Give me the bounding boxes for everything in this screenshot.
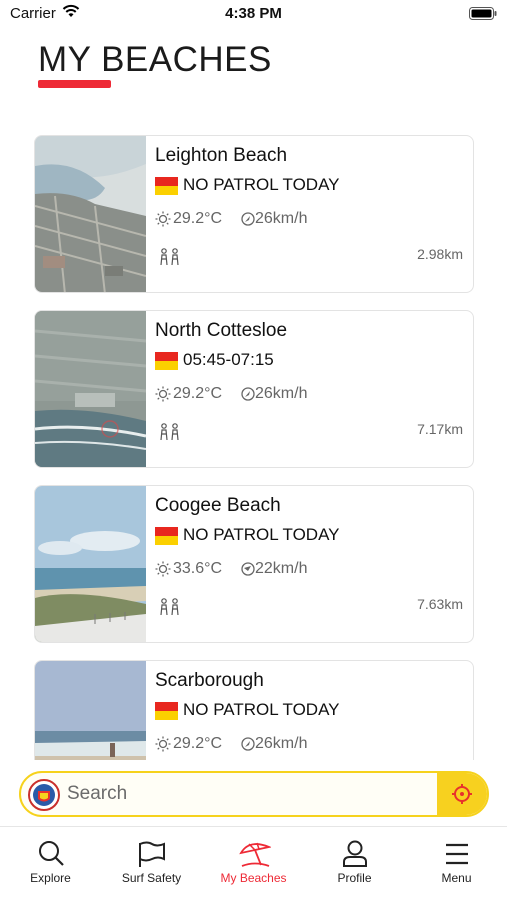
beach-name: North Cottesloe	[155, 320, 288, 341]
beach-card[interactable]: Coogee Beach NO PATROL TODAY 33.6°C 22km…	[34, 485, 474, 643]
tab-label: Menu	[441, 871, 472, 885]
tab-label: Surf Safety	[121, 871, 182, 885]
patrol-flag-icon	[155, 177, 178, 195]
tab-label: My Beaches	[220, 871, 287, 885]
tab-menu[interactable]: Menu	[406, 827, 507, 900]
page-title: MY BEACHES	[38, 40, 272, 79]
menu-icon	[446, 843, 468, 865]
beach-photo	[35, 136, 146, 292]
beach-card[interactable]: Leighton Beach NO PATROL TODAY 29.2°C 26…	[34, 135, 474, 293]
surf-life-saving-logo	[28, 779, 60, 811]
search-input[interactable]	[65, 773, 435, 815]
beach-photo	[35, 661, 146, 760]
search-icon	[39, 841, 64, 866]
wind-speed: 22km/h	[255, 560, 308, 577]
patrol-status: NO PATROL TODAY	[183, 700, 340, 719]
wind-direction-icon	[241, 387, 255, 401]
beach-card[interactable]: Scarborough NO PATROL TODAY 29.2°C 26km/…	[34, 660, 474, 760]
patrol-flag-icon	[155, 352, 178, 370]
beach-name: Scarborough	[155, 670, 264, 691]
clock-time: 4:38 PM	[225, 5, 282, 22]
distance: 7.63km	[417, 596, 463, 612]
wind-speed: 26km/h	[255, 385, 308, 402]
tab-bar: Explore Surf Safety My Beaches Profile M…	[0, 826, 507, 900]
sun-icon	[155, 561, 171, 577]
battery-icon	[469, 7, 497, 20]
wind-direction-icon	[241, 212, 255, 226]
beach-name: Leighton Beach	[155, 145, 288, 166]
lifeguards-icon	[160, 423, 179, 441]
temperature: 29.2°C	[173, 385, 223, 402]
beach-name: Coogee Beach	[155, 495, 281, 516]
sun-icon	[155, 736, 171, 752]
beach-card[interactable]: North Cottesloe 05:45-07:15 29.2°C 26km/…	[34, 310, 474, 468]
tab-label: Profile	[337, 871, 372, 885]
patrol-status: NO PATROL TODAY	[183, 175, 340, 194]
beach-list[interactable]: Leighton Beach NO PATROL TODAY 29.2°C 26…	[34, 135, 474, 760]
status-bar: Carrier 4:38 PM	[0, 0, 507, 28]
patrol-flag-icon	[155, 527, 178, 545]
wind-direction-icon	[241, 562, 255, 576]
beach-photo	[35, 311, 146, 467]
flag-icon	[139, 841, 165, 867]
search-bar	[19, 771, 489, 817]
tab-label: Explore	[30, 871, 71, 885]
sun-icon	[155, 211, 171, 227]
temperature: 29.2°C	[173, 210, 223, 227]
temperature: 33.6°C	[173, 560, 223, 577]
patrol-flag-icon	[155, 702, 178, 720]
wind-speed: 26km/h	[255, 210, 308, 227]
lifeguards-icon	[160, 248, 179, 266]
wind-direction-icon	[241, 737, 255, 751]
beach-photo	[35, 486, 146, 642]
patrol-status: 05:45-07:15	[183, 350, 274, 369]
person-icon	[343, 840, 367, 867]
wind-speed: 26km/h	[255, 735, 308, 752]
crosshair-icon	[452, 784, 472, 804]
temperature: 29.2°C	[173, 735, 223, 752]
tab-profile[interactable]: Profile	[304, 827, 405, 900]
distance: 7.17km	[417, 421, 463, 437]
title-underline	[38, 80, 111, 88]
lifeguards-icon	[160, 598, 179, 616]
locate-button[interactable]	[437, 773, 487, 815]
tab-surf-safety[interactable]: Surf Safety	[101, 827, 202, 900]
tab-my-beaches[interactable]: My Beaches	[203, 827, 304, 900]
patrol-status: NO PATROL TODAY	[183, 525, 340, 544]
umbrella-icon	[239, 842, 271, 867]
sun-icon	[155, 386, 171, 402]
distance: 2.98km	[417, 246, 463, 262]
tab-explore[interactable]: Explore	[0, 827, 101, 900]
